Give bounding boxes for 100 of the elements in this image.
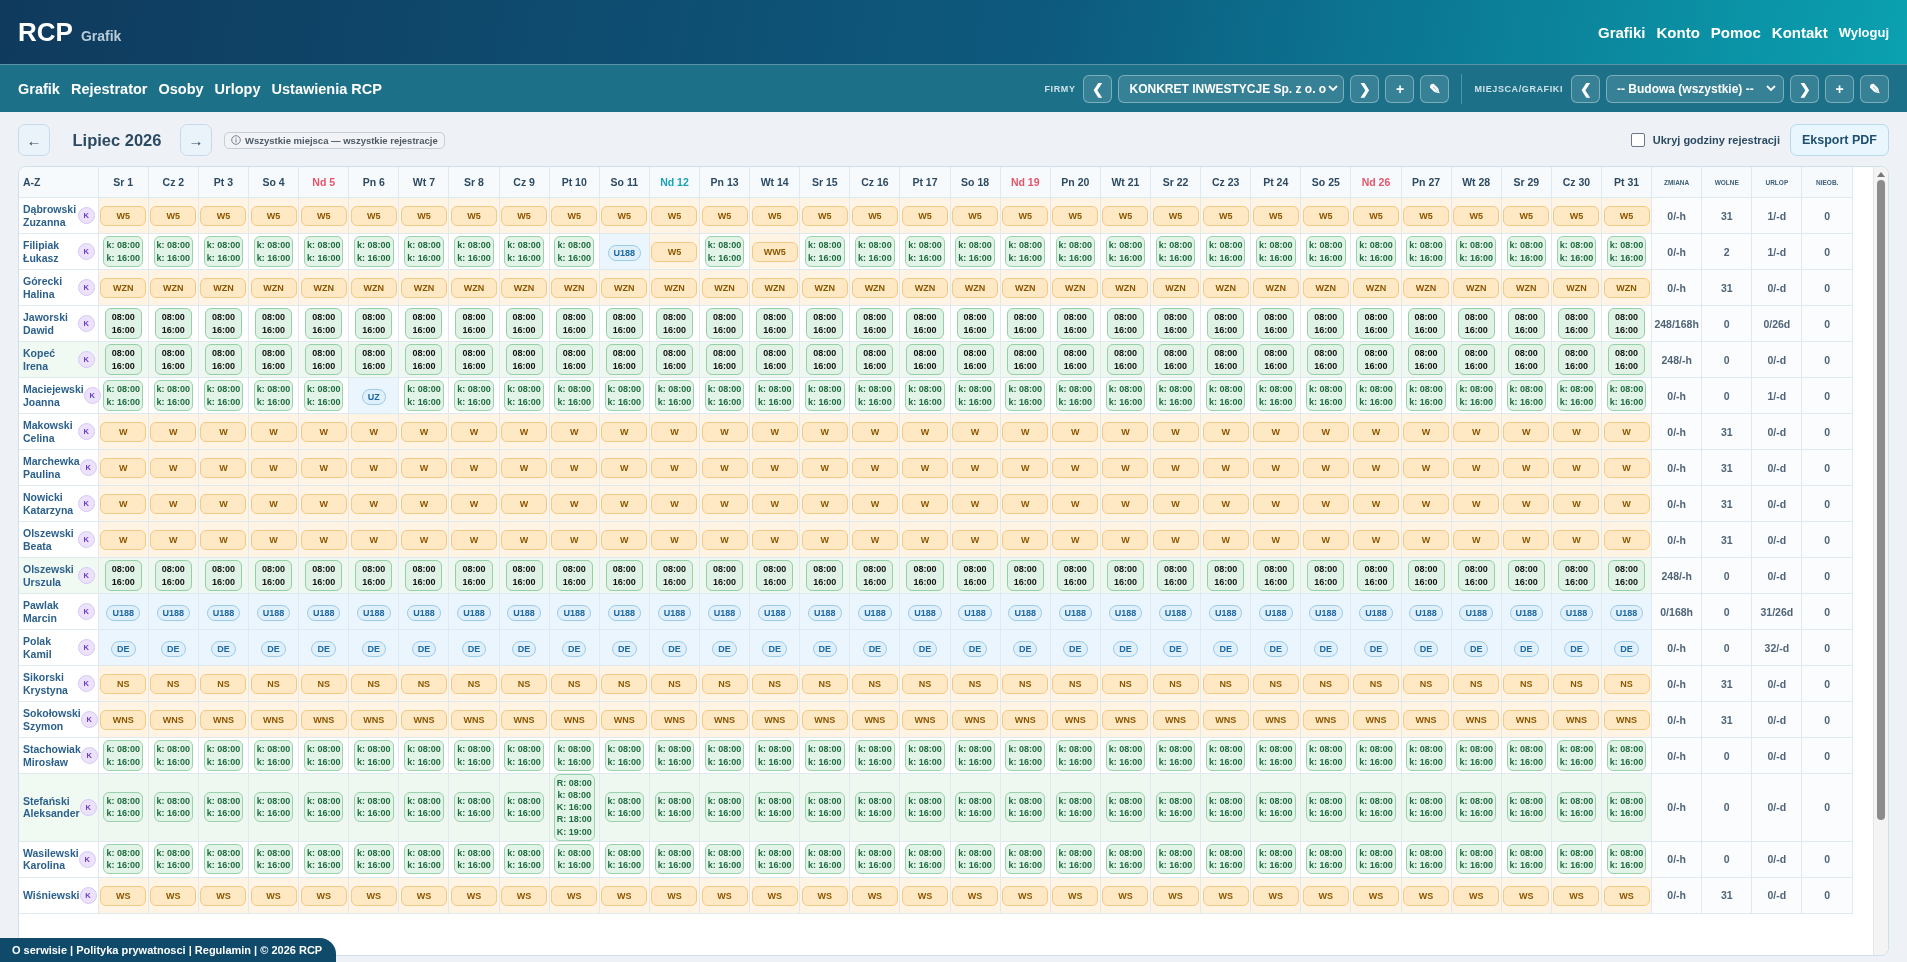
shift-chip[interactable]: W5 xyxy=(250,205,297,227)
shift-chip[interactable]: NS xyxy=(1603,673,1650,695)
shift-chip[interactable]: NS xyxy=(350,673,397,695)
employee-name[interactable]: Wasilewski Karolina xyxy=(23,846,79,872)
time-chip[interactable]: k: 08:00 k: 16:00 xyxy=(1306,844,1346,875)
shift-chip[interactable]: W xyxy=(501,421,548,443)
shift-chip[interactable]: NS xyxy=(501,673,548,695)
time-chip[interactable]: k: 08:00 k: 16:00 xyxy=(454,380,494,411)
time-chip[interactable]: k: 08:00 k: 16:00 xyxy=(554,740,594,771)
next-button[interactable]: ❯ xyxy=(1790,74,1819,103)
shift-chip[interactable]: W5 xyxy=(200,205,247,227)
shift-chip[interactable]: W xyxy=(601,421,648,443)
absence-badge[interactable]: DE xyxy=(812,640,838,658)
shift-chip[interactable]: W xyxy=(551,493,598,515)
shift-chip[interactable]: W xyxy=(200,457,247,479)
shift-chip[interactable]: W xyxy=(551,421,598,443)
time-chip[interactable]: 08:00 16:00 xyxy=(1307,344,1345,375)
shift-chip[interactable]: WS xyxy=(1453,885,1500,906)
shift-chip[interactable]: W5 xyxy=(651,205,698,227)
nav-link[interactable]: Urlopy xyxy=(214,80,261,97)
shift-chip[interactable]: WNS xyxy=(1202,709,1249,731)
employee-name[interactable]: Filipiak Łukasz xyxy=(23,238,60,265)
absence-badge[interactable]: DE xyxy=(1614,640,1639,658)
shift-chip[interactable]: W xyxy=(1202,493,1249,515)
time-chip[interactable]: 08:00 16:00 xyxy=(1056,344,1094,375)
time-chip[interactable]: 08:00 16:00 xyxy=(756,560,794,591)
absence-badge[interactable]: DE xyxy=(962,640,988,658)
time-chip[interactable]: 08:00 16:00 xyxy=(655,308,693,339)
shift-chip[interactable]: W xyxy=(1002,421,1049,443)
employee-name[interactable]: Makowski Celina xyxy=(23,418,73,445)
shift-chip[interactable]: W xyxy=(1352,457,1399,479)
shift-chip[interactable]: WS xyxy=(701,885,748,906)
time-chip[interactable]: 08:00 16:00 xyxy=(104,344,142,375)
time-chip[interactable]: 08:00 16:00 xyxy=(956,560,994,591)
shift-chip[interactable]: W xyxy=(350,493,397,515)
absence-badge[interactable]: U188 xyxy=(1409,604,1443,622)
shift-chip[interactable]: WZN xyxy=(1553,277,1600,299)
time-chip[interactable]: 08:00 16:00 xyxy=(1457,308,1495,339)
time-chip[interactable]: k: 08:00 k: 16:00 xyxy=(1356,380,1396,411)
shift-chip[interactable]: W xyxy=(200,493,247,515)
nav-link[interactable]: Grafik xyxy=(18,80,60,97)
shift-chip[interactable]: NS xyxy=(1202,673,1249,695)
time-chip[interactable]: k: 08:00 k: 16:00 xyxy=(404,792,444,823)
header-link[interactable]: Pomoc xyxy=(1710,23,1761,41)
time-chip[interactable]: 08:00 16:00 xyxy=(1557,308,1595,339)
shift-chip[interactable]: WS xyxy=(1252,885,1299,906)
time-chip[interactable]: 08:00 16:00 xyxy=(1457,344,1495,375)
time-chip[interactable]: k: 08:00 k: 16:00 xyxy=(1205,740,1246,771)
time-chip[interactable]: k: 08:00 k: 16:00 xyxy=(1456,740,1496,771)
shift-chip[interactable]: W xyxy=(1453,493,1500,515)
shift-chip[interactable]: W5 xyxy=(601,205,648,227)
shift-chip[interactable]: WW5 xyxy=(751,241,798,263)
time-chip[interactable]: 08:00 16:00 xyxy=(1207,308,1245,339)
absence-badge[interactable]: U188 xyxy=(1509,604,1544,622)
shift-chip[interactable]: W xyxy=(1052,457,1099,479)
time-chip[interactable]: 08:00 16:00 xyxy=(1608,308,1646,339)
shift-chip[interactable]: WS xyxy=(350,885,397,906)
edit-button[interactable]: ✎ xyxy=(1860,74,1889,103)
shift-chip[interactable]: NS xyxy=(952,673,999,695)
shift-chip[interactable]: WS xyxy=(300,885,347,906)
shift-chip[interactable]: W xyxy=(851,529,898,551)
shift-chip[interactable]: W xyxy=(1603,421,1650,443)
time-chip[interactable]: k: 08:00 k: 16:00 xyxy=(454,740,494,771)
time-chip[interactable]: k: 08:00 k: 16:00 xyxy=(1356,236,1396,267)
shift-chip[interactable]: WZN xyxy=(150,277,197,299)
time-chip[interactable]: k: 08:00 k: 16:00 xyxy=(1406,380,1446,411)
time-chip[interactable]: k: 08:00 k: 16:00 xyxy=(1205,792,1246,823)
time-chip[interactable]: 08:00 16:00 xyxy=(1257,560,1295,591)
shift-chip[interactable]: WNS xyxy=(1403,709,1450,731)
time-chip[interactable]: k: 08:00 k: 16:00 xyxy=(203,844,244,875)
shift-chip[interactable]: W xyxy=(952,529,999,551)
shift-chip[interactable]: W5 xyxy=(150,205,197,227)
shift-chip[interactable]: W xyxy=(1603,529,1650,551)
shift-chip[interactable]: W5 xyxy=(300,205,347,227)
employee-name[interactable]: Polak Kamil xyxy=(23,634,52,661)
shift-chip[interactable]: WS xyxy=(601,885,648,906)
shift-chip[interactable]: W5 xyxy=(1603,205,1650,227)
employee-name[interactable]: Stachowiak Mirosław xyxy=(23,742,81,769)
shift-chip[interactable]: WZN xyxy=(1252,277,1299,299)
shift-chip[interactable]: W xyxy=(1453,529,1500,551)
time-chip[interactable]: k: 08:00 k: 16:00 xyxy=(203,380,244,411)
shift-chip[interactable]: W xyxy=(501,529,548,551)
time-chip[interactable]: k: 08:00 k: 16:00 xyxy=(1406,792,1446,823)
shift-chip[interactable]: WZN xyxy=(1302,277,1349,299)
shift-chip[interactable]: W xyxy=(1302,421,1349,443)
time-chip[interactable]: 08:00 16:00 xyxy=(1608,560,1646,591)
time-chip[interactable]: k: 08:00 k: 16:00 xyxy=(153,792,194,823)
absence-badge[interactable]: U188 xyxy=(1309,604,1343,622)
shift-chip[interactable]: WNS xyxy=(651,709,698,731)
time-chip[interactable]: k: 08:00 k: 16:00 xyxy=(704,740,745,771)
absence-badge[interactable]: DE xyxy=(612,640,637,658)
time-chip[interactable]: 08:00 16:00 xyxy=(555,560,593,591)
shift-chip[interactable]: WZN xyxy=(801,277,848,299)
shift-chip[interactable]: NS xyxy=(601,673,648,695)
shift-chip[interactable]: WS xyxy=(451,885,497,906)
absence-badge[interactable]: DE xyxy=(1213,640,1238,658)
time-chip[interactable]: 08:00 16:00 xyxy=(956,344,994,375)
time-chip[interactable]: 08:00 16:00 xyxy=(1056,560,1094,591)
time-chip[interactable]: k: 08:00 k: 16:00 xyxy=(704,380,745,411)
nav-link[interactable]: Rejestrator xyxy=(70,80,148,97)
